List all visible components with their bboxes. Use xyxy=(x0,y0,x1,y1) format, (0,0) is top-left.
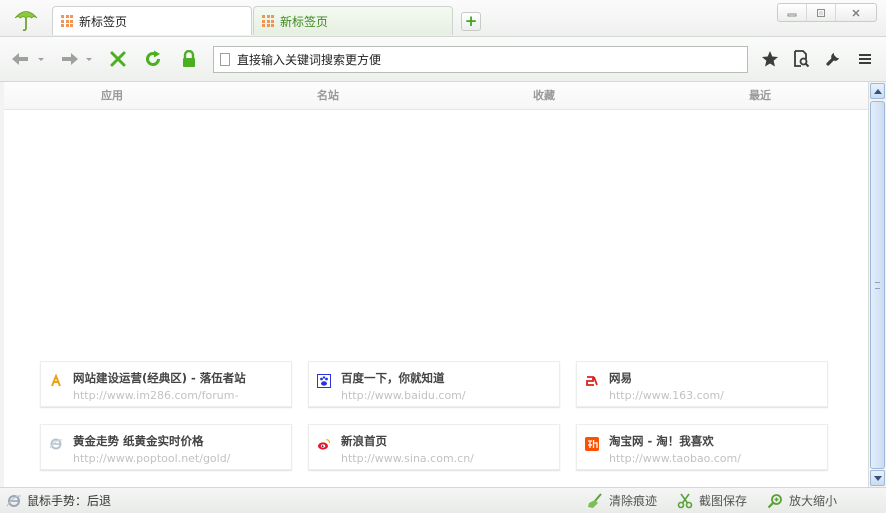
refresh-button[interactable] xyxy=(142,48,164,70)
baidu-paw-favicon-icon xyxy=(317,374,331,388)
gesture-text: 鼠标手势：后退 xyxy=(27,494,112,508)
tab-new-tab-inactive[interactable]: 新标签页 xyxy=(253,6,453,35)
speed-dial-title: 网易 xyxy=(609,371,632,385)
speed-dial-im286[interactable]: 网站建设运营(经典区) - 落伍者站 http://www.im286.com/… xyxy=(40,361,292,407)
wrench-icon xyxy=(826,53,839,66)
speed-dial-url: http://www.im286.com/forum- xyxy=(73,389,239,402)
forward-arrow-icon xyxy=(62,53,92,65)
scroll-up-button[interactable] xyxy=(870,83,885,99)
clear-traces-label: 清除痕迹 xyxy=(609,494,658,508)
grip-icon xyxy=(875,281,880,289)
new-tab-nav: 应用 名站 收藏 最近 xyxy=(4,82,868,110)
speed-dial-title: 淘宝网 - 淘！我喜欢 xyxy=(609,434,714,448)
scroll-down-button[interactable] xyxy=(870,470,885,486)
back-arrow-icon xyxy=(12,53,44,65)
ie-status-icon xyxy=(6,494,22,507)
bookmark-button[interactable] xyxy=(759,48,781,70)
nav-apps[interactable]: 应用 xyxy=(4,82,220,109)
maximize-icon xyxy=(817,8,826,17)
refresh-icon xyxy=(146,50,160,66)
weibo-favicon-icon xyxy=(317,437,331,451)
back-button[interactable] xyxy=(9,48,47,70)
tab-label: 新标签页 xyxy=(280,14,329,29)
stop-button[interactable] xyxy=(107,48,129,70)
speed-dial-baidu[interactable]: 百度一下，你就知道 http://www.baidu.com/ xyxy=(308,361,560,407)
minimize-button[interactable] xyxy=(778,4,808,21)
scissors-icon xyxy=(677,493,693,508)
title-bar: 新标签页 新标签页 + xyxy=(0,0,886,37)
nav-recent[interactable]: 最近 xyxy=(652,82,868,109)
speed-dial-url: http://www.taobao.com/ xyxy=(609,452,741,465)
maximize-button[interactable] xyxy=(807,4,837,21)
im286-favicon-icon xyxy=(49,374,63,388)
address-bar[interactable] xyxy=(213,46,748,73)
speed-dial-url: http://www.poptool.net/gold/ xyxy=(73,452,231,465)
stop-x-icon xyxy=(110,51,126,67)
netease-favicon-icon xyxy=(585,374,599,388)
close-button[interactable] xyxy=(836,4,876,21)
menu-button[interactable] xyxy=(854,48,876,70)
screenshot-save-label: 截图保存 xyxy=(699,494,748,508)
nav-famous-sites[interactable]: 名站 xyxy=(220,82,436,109)
page-icon xyxy=(220,53,230,66)
navigation-toolbar xyxy=(0,36,886,82)
zoom-label: 放大缩小 xyxy=(789,494,838,508)
taobao-favicon-icon xyxy=(585,437,599,451)
tab-label: 新标签页 xyxy=(79,14,128,29)
speed-dial-title: 百度一下，你就知道 xyxy=(341,371,445,385)
speed-dial-sina[interactable]: 新浪首页 http://www.sina.com.cn/ xyxy=(308,424,560,470)
speed-dial-url: http://www.sina.com.cn/ xyxy=(341,452,474,465)
zoom-magnifier-icon xyxy=(767,493,782,508)
tab-new-tab-active[interactable]: 新标签页 xyxy=(52,6,252,35)
speed-dial-taobao[interactable]: 淘宝网 - 淘！我喜欢 http://www.taobao.com/ xyxy=(576,424,828,470)
gesture-status: 鼠标手势：后退 xyxy=(6,492,111,509)
lock-icon xyxy=(183,50,195,67)
address-input[interactable] xyxy=(237,52,717,67)
lock-button[interactable] xyxy=(178,48,200,70)
star-icon xyxy=(762,51,778,67)
speed-dial-url: http://www.baidu.com/ xyxy=(341,389,466,402)
page-search-button[interactable] xyxy=(790,48,812,70)
close-icon xyxy=(852,8,860,17)
scroll-thumb[interactable] xyxy=(870,101,885,469)
status-bar: 鼠标手势：后退 清除痕迹 截图保存 放大缩小 xyxy=(0,487,886,513)
minimize-icon xyxy=(787,13,797,16)
window-controls xyxy=(777,3,877,22)
chevron-down-icon xyxy=(873,475,882,481)
ie-favicon-icon xyxy=(49,437,63,451)
screenshot-save-button[interactable]: 截图保存 xyxy=(677,492,747,509)
tools-button[interactable] xyxy=(822,48,844,70)
broom-icon xyxy=(588,492,602,508)
nav-favorites[interactable]: 收藏 xyxy=(436,82,652,109)
forward-button[interactable] xyxy=(57,48,95,70)
apps-grid-icon xyxy=(61,15,73,27)
new-tab-button[interactable]: + xyxy=(461,12,481,31)
zoom-button[interactable]: 放大缩小 xyxy=(767,492,837,509)
speed-dial-url: http://www.163.com/ xyxy=(609,389,724,402)
speed-dial-title: 网站建设运营(经典区) - 落伍者站 xyxy=(73,371,246,385)
menu-icon xyxy=(859,54,871,64)
speed-dial-title: 黄金走势 纸黄金实时价格 xyxy=(73,434,204,448)
page-search-icon xyxy=(794,50,810,68)
vertical-scrollbar[interactable] xyxy=(868,82,886,487)
chevron-up-icon xyxy=(873,88,882,94)
speed-dial-title: 新浪首页 xyxy=(341,434,387,448)
speed-dial-163[interactable]: 网易 http://www.163.com/ xyxy=(576,361,828,407)
new-tab-page: 应用 名站 收藏 最近 网站建设运营(经典区) - 落伍者站 http://ww… xyxy=(4,82,868,487)
umbrella-logo-icon[interactable] xyxy=(12,5,40,33)
clear-traces-button[interactable]: 清除痕迹 xyxy=(587,492,657,509)
apps-grid-icon xyxy=(262,15,274,27)
speed-dial-poptool[interactable]: 黄金走势 纸黄金实时价格 http://www.poptool.net/gold… xyxy=(40,424,292,470)
